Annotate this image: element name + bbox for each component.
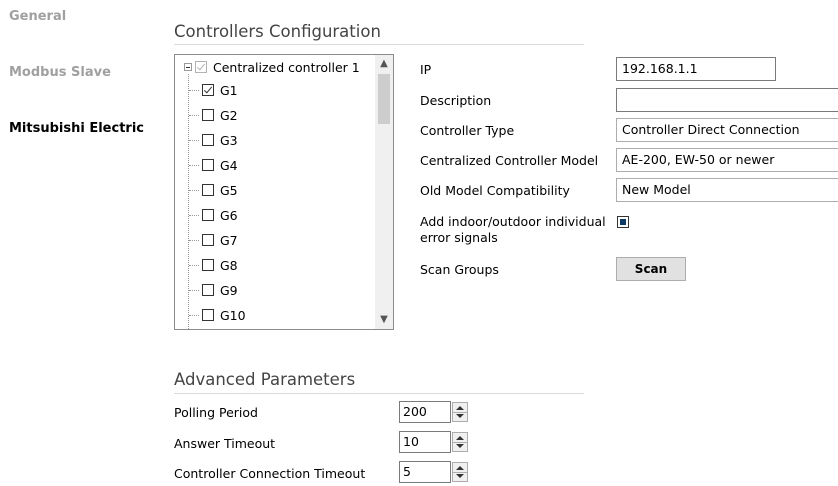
scroll-up-icon[interactable]: ▲	[375, 55, 393, 73]
section-divider	[174, 393, 584, 394]
conn-timeout-label: Controller Connection Timeout	[174, 466, 366, 481]
group-checkbox[interactable]	[202, 109, 214, 121]
tree-guide-line	[188, 74, 189, 329]
nav-modbus-slave[interactable]: Modbus Slave	[9, 65, 111, 80]
tree-guide-line	[189, 90, 199, 91]
group-checkbox[interactable]	[202, 84, 214, 96]
scroll-down-icon[interactable]: ▼	[375, 311, 393, 329]
conn-timeout-input[interactable]: 5	[399, 461, 451, 483]
description-field[interactable]	[616, 88, 838, 112]
tree-group-row[interactable]: G7	[202, 230, 238, 250]
tree-guide-line	[189, 315, 199, 316]
tree-root-row[interactable]: Centralized controller 1	[184, 57, 360, 77]
add-signals-label-line2: error signals	[420, 230, 498, 245]
group-checkbox[interactable]	[202, 234, 214, 246]
group-label: G2	[220, 107, 238, 123]
arrow-down-icon[interactable]	[456, 444, 464, 448]
tree-scrollbar[interactable]: ▲ ▼	[375, 55, 393, 329]
group-label: G6	[220, 207, 238, 223]
ip-field[interactable]: 192.168.1.1	[616, 57, 776, 81]
nav-mitsubishi-electric[interactable]: Mitsubishi Electric	[9, 121, 144, 136]
polling-period-label: Polling Period	[174, 405, 258, 420]
group-checkbox[interactable]	[202, 159, 214, 171]
tree-guide-line	[189, 140, 199, 141]
polling-period-input[interactable]: 200	[399, 401, 451, 423]
scan-button[interactable]: Scan	[616, 257, 686, 281]
arrow-up-icon[interactable]	[456, 436, 464, 440]
cc-model-label: Centralized Controller Model	[420, 153, 599, 168]
group-checkbox[interactable]	[202, 134, 214, 146]
section-divider	[174, 44, 584, 45]
collapse-icon[interactable]	[184, 63, 192, 71]
group-checkbox[interactable]	[202, 309, 214, 321]
tree-guide-line	[189, 240, 199, 241]
tree-group-row[interactable]: G5	[202, 180, 238, 200]
answer-timeout-input[interactable]: 10	[399, 431, 451, 453]
tree-guide-line	[189, 290, 199, 291]
tree-guide-line	[189, 115, 199, 116]
ip-label: IP	[420, 62, 432, 77]
tree-group-row[interactable]: G3	[202, 130, 238, 150]
cc-model-value: AE-200, EW-50 or newer	[622, 152, 775, 167]
group-label: G7	[220, 232, 238, 248]
group-checkbox[interactable]	[202, 259, 214, 271]
arrow-down-icon[interactable]	[456, 474, 464, 478]
controller-type-value: Controller Direct Connection	[622, 122, 800, 137]
answer-timeout-stepper[interactable]	[452, 432, 468, 452]
group-label: G1	[220, 82, 238, 98]
add-signals-checkbox[interactable]	[617, 216, 629, 228]
cc-model-select[interactable]: AE-200, EW-50 or newer ⌄	[616, 148, 838, 172]
group-checkbox[interactable]	[202, 184, 214, 196]
conn-timeout-stepper[interactable]	[452, 462, 468, 482]
group-label: G9	[220, 282, 238, 298]
tree-group-row[interactable]: G9	[202, 280, 238, 300]
group-label: G4	[220, 157, 238, 173]
tree-root-label: Centralized controller 1	[213, 59, 360, 75]
arrow-up-icon[interactable]	[456, 406, 464, 410]
tree-guide-line	[189, 190, 199, 191]
group-label: G10	[220, 307, 246, 323]
old-model-select[interactable]: New Model ⌄	[616, 178, 838, 202]
tree-group-row[interactable]: G6	[202, 205, 238, 225]
old-model-value: New Model	[622, 182, 691, 197]
polling-period-stepper[interactable]	[452, 402, 468, 422]
controller-type-label: Controller Type	[420, 123, 515, 138]
tree-guide-line	[189, 265, 199, 266]
controller-type-select[interactable]: Controller Direct Connection ⌄	[616, 118, 838, 142]
scan-groups-label: Scan Groups	[420, 262, 499, 277]
tree-group-row[interactable]: G8	[202, 255, 238, 275]
tree-group-row[interactable]: G2	[202, 105, 238, 125]
add-signals-label-line1: Add indoor/outdoor individual	[420, 214, 606, 229]
answer-timeout-label: Answer Timeout	[174, 436, 276, 451]
group-label: G8	[220, 257, 238, 273]
group-label: G3	[220, 132, 238, 148]
arrow-up-icon[interactable]	[456, 466, 464, 470]
arrow-down-icon[interactable]	[456, 414, 464, 418]
group-checkbox[interactable]	[202, 284, 214, 296]
group-label: G5	[220, 182, 238, 198]
old-model-label: Old Model Compatibility	[420, 183, 570, 198]
scroll-thumb[interactable]	[378, 74, 390, 124]
nav-general[interactable]: General	[9, 9, 66, 24]
tree-group-row[interactable]: G1	[202, 80, 238, 100]
tree-group-row[interactable]: G10	[202, 305, 246, 325]
description-label: Description	[420, 93, 492, 108]
tree-guide-line	[189, 165, 199, 166]
tree-guide-line	[189, 215, 199, 216]
advanced-params-title: Advanced Parameters	[174, 370, 356, 389]
tree-group-row[interactable]: G4	[202, 155, 238, 175]
group-checkbox[interactable]	[202, 209, 214, 221]
root-checkbox[interactable]	[195, 61, 207, 73]
controllers-config-title: Controllers Configuration	[174, 22, 381, 41]
controllers-tree[interactable]: Centralized controller 1 G1 G2 G3 G4 G5 G6 G7 G…	[174, 54, 394, 330]
